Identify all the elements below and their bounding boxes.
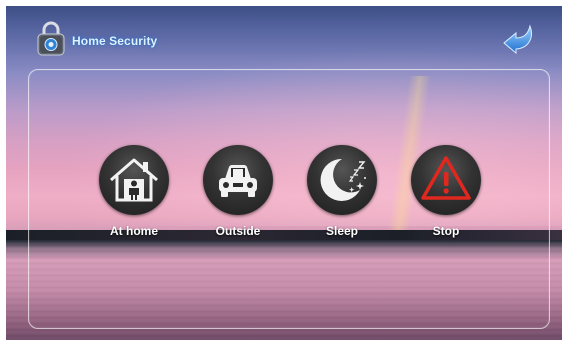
outside-button[interactable]: Outside xyxy=(195,145,279,255)
at-home-label: At home xyxy=(110,224,158,238)
home-security-screen: Home Security At home Outside Sleep Stop xyxy=(6,6,562,340)
stop-label: Stop xyxy=(432,224,460,238)
at-home-button[interactable]: At home xyxy=(91,145,175,255)
outside-label: Outside xyxy=(215,224,261,238)
app-title: Home Security xyxy=(72,34,158,48)
moon-stars-icon xyxy=(320,158,366,201)
header: Home Security xyxy=(6,6,562,76)
stop-button[interactable]: Stop xyxy=(403,145,487,255)
padlock-icon xyxy=(36,20,66,56)
car-icon xyxy=(219,165,257,197)
back-arrow-icon xyxy=(503,24,532,55)
sleep-label: Sleep xyxy=(325,224,358,238)
back-button[interactable] xyxy=(500,22,538,55)
house-person-icon xyxy=(110,158,158,202)
sleep-button[interactable]: Sleep xyxy=(299,145,383,255)
warning-triangle-icon xyxy=(421,156,471,200)
